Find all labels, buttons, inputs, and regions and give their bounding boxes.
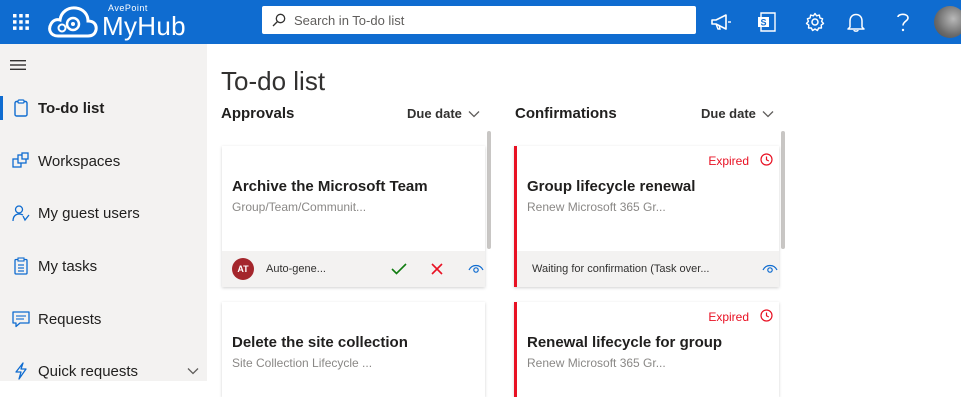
- brand-label: AvePoint: [108, 3, 148, 13]
- approvals-sort-dropdown[interactable]: Due date: [407, 106, 480, 121]
- nav-item-my-tasks[interactable]: My tasks: [0, 246, 207, 286]
- card-subtitle: Group/Team/Communit...: [232, 200, 367, 214]
- view-eye-icon[interactable]: [761, 260, 779, 278]
- hamburger-menu-icon[interactable]: [10, 58, 26, 76]
- tasks-icon: [12, 257, 30, 275]
- card-subtitle: Site Collection Lifecycle ...: [232, 356, 373, 370]
- nav-label: Requests: [38, 310, 102, 328]
- clock-icon: [760, 309, 773, 327]
- search-placeholder: Search in To-do list: [294, 12, 405, 28]
- approval-card[interactable]: Delete the site collection Site Collecti…: [222, 302, 485, 397]
- page-title: To-do list: [221, 66, 326, 96]
- expired-status: Expired: [708, 154, 749, 168]
- sort-label: Due date: [701, 106, 756, 121]
- nav-label: To-do list: [38, 99, 105, 117]
- confirmations-scrollbar[interactable]: [781, 131, 785, 249]
- confirmation-card[interactable]: Expired Group lifecycle renewal Renew Mi…: [514, 146, 779, 287]
- nav-label: My tasks: [38, 257, 98, 275]
- expired-status: Expired: [708, 310, 749, 324]
- reject-close-icon[interactable]: [428, 260, 446, 278]
- left-navigation: To-do list Workspaces My guest users My …: [0, 44, 207, 381]
- nav-item-quick-requests[interactable]: Quick requests: [0, 351, 207, 391]
- nav-label: Workspaces: [38, 152, 121, 170]
- app-launcher-icon[interactable]: [0, 0, 42, 44]
- guest-user-icon: [12, 204, 30, 222]
- top-bar: AvePoint MyHub Search in To-do list S: [0, 0, 961, 44]
- confirmation-status-text: Waiting for confirmation (Task over...: [532, 263, 710, 275]
- search-input[interactable]: Search in To-do list: [262, 6, 696, 34]
- chevron-down-icon[interactable]: [187, 362, 199, 380]
- card-subtitle: Renew Microsoft 365 Gr...: [527, 200, 666, 214]
- nav-item-my-guest-users[interactable]: My guest users: [0, 193, 207, 233]
- clock-icon: [760, 153, 773, 171]
- sharepoint-icon[interactable]: S: [750, 0, 786, 44]
- nav-item-workspaces[interactable]: Workspaces: [0, 141, 207, 181]
- card-title: Delete the site collection: [232, 334, 408, 351]
- card-footer: AT Auto-gene...: [222, 251, 485, 287]
- nav-label: My guest users: [38, 204, 140, 222]
- requester-avatar: AT: [232, 258, 254, 280]
- confirmation-card[interactable]: Expired Renewal lifecycle for group Rene…: [514, 302, 779, 397]
- card-title: Renewal lifecycle for group: [527, 334, 723, 351]
- active-indicator: [0, 96, 3, 120]
- myhub-logo[interactable]: AvePoint MyHub: [46, 0, 186, 44]
- chat-icon: [12, 310, 30, 328]
- search-icon: [272, 13, 286, 27]
- approval-card[interactable]: Archive the Microsoft Team Group/Team/Co…: [222, 146, 485, 287]
- sort-label: Due date: [407, 106, 462, 121]
- user-avatar[interactable]: [934, 6, 961, 38]
- card-title: Archive the Microsoft Team: [232, 178, 428, 195]
- notification-bell-icon[interactable]: [838, 0, 874, 44]
- settings-gear-icon[interactable]: [797, 0, 833, 44]
- chevron-down-icon: [468, 110, 480, 117]
- nav-item-todo-list[interactable]: To-do list: [0, 88, 207, 128]
- cloud-gear-logo-icon: [48, 6, 98, 38]
- app-name: MyHub: [102, 11, 186, 41]
- lightning-icon: [12, 362, 30, 380]
- card-footer: Waiting for confirmation (Task over...: [517, 251, 779, 287]
- view-eye-icon[interactable]: [467, 260, 485, 278]
- svg-text:S: S: [760, 18, 766, 28]
- approve-check-icon[interactable]: [390, 260, 408, 278]
- requester-name: Auto-gene...: [266, 263, 326, 275]
- megaphone-icon[interactable]: [703, 0, 739, 44]
- confirmations-sort-dropdown[interactable]: Due date: [701, 106, 774, 121]
- card-title: Group lifecycle renewal: [527, 178, 696, 195]
- help-icon[interactable]: [885, 0, 921, 44]
- card-subtitle: Renew Microsoft 365 Gr...: [527, 356, 666, 370]
- confirmations-heading: Confirmations: [515, 105, 617, 122]
- clipboard-icon: [12, 99, 30, 117]
- approvals-heading: Approvals: [221, 105, 295, 122]
- chevron-down-icon: [762, 110, 774, 117]
- approvals-scrollbar[interactable]: [487, 131, 491, 249]
- nav-item-requests[interactable]: Requests: [0, 299, 207, 339]
- nav-label: Quick requests: [38, 362, 139, 380]
- workspaces-icon: [12, 152, 30, 170]
